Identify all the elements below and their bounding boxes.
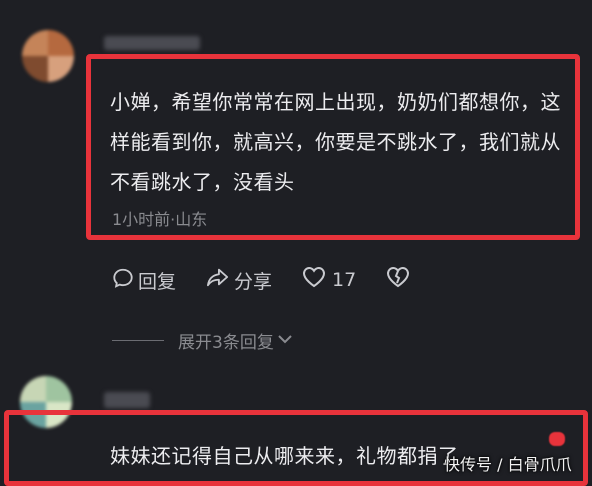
chevron-down-icon <box>278 333 292 348</box>
expand-replies-label: 展开3条回复 <box>178 333 274 353</box>
emoji-sticker <box>549 432 565 446</box>
heart-icon <box>302 266 326 294</box>
share-icon <box>206 266 230 294</box>
username-blurred <box>104 36 200 50</box>
comment-text: 妹妹还记得自己从哪来来，礼物都捐了 <box>110 444 459 468</box>
watermark: 快传号 / 白骨爪爪 <box>444 455 572 474</box>
like-button[interactable]: 17 <box>302 266 356 294</box>
divider <box>112 340 164 341</box>
avatar[interactable] <box>22 30 74 82</box>
like-count: 17 <box>332 269 357 291</box>
username-blurred <box>104 392 150 408</box>
dislike-button[interactable] <box>386 266 410 294</box>
comment-text: 小婵，希望你常常在网上出现，奶奶们都想你，这样能看到你，就高兴，你要是不跳水了，… <box>110 90 561 194</box>
share-button[interactable]: 分享 <box>206 266 272 294</box>
broken-heart-icon <box>386 266 410 294</box>
reply-label: 回复 <box>138 270 177 293</box>
comment-meta: 1小时前·山东 <box>112 210 208 229</box>
reply-button[interactable]: 回复 <box>112 267 176 294</box>
comment-actions: 回复 分享 17 <box>112 265 410 295</box>
reply-icon <box>112 267 134 294</box>
expand-replies[interactable]: 展开3条回复 <box>112 328 292 353</box>
share-label: 分享 <box>234 270 273 293</box>
